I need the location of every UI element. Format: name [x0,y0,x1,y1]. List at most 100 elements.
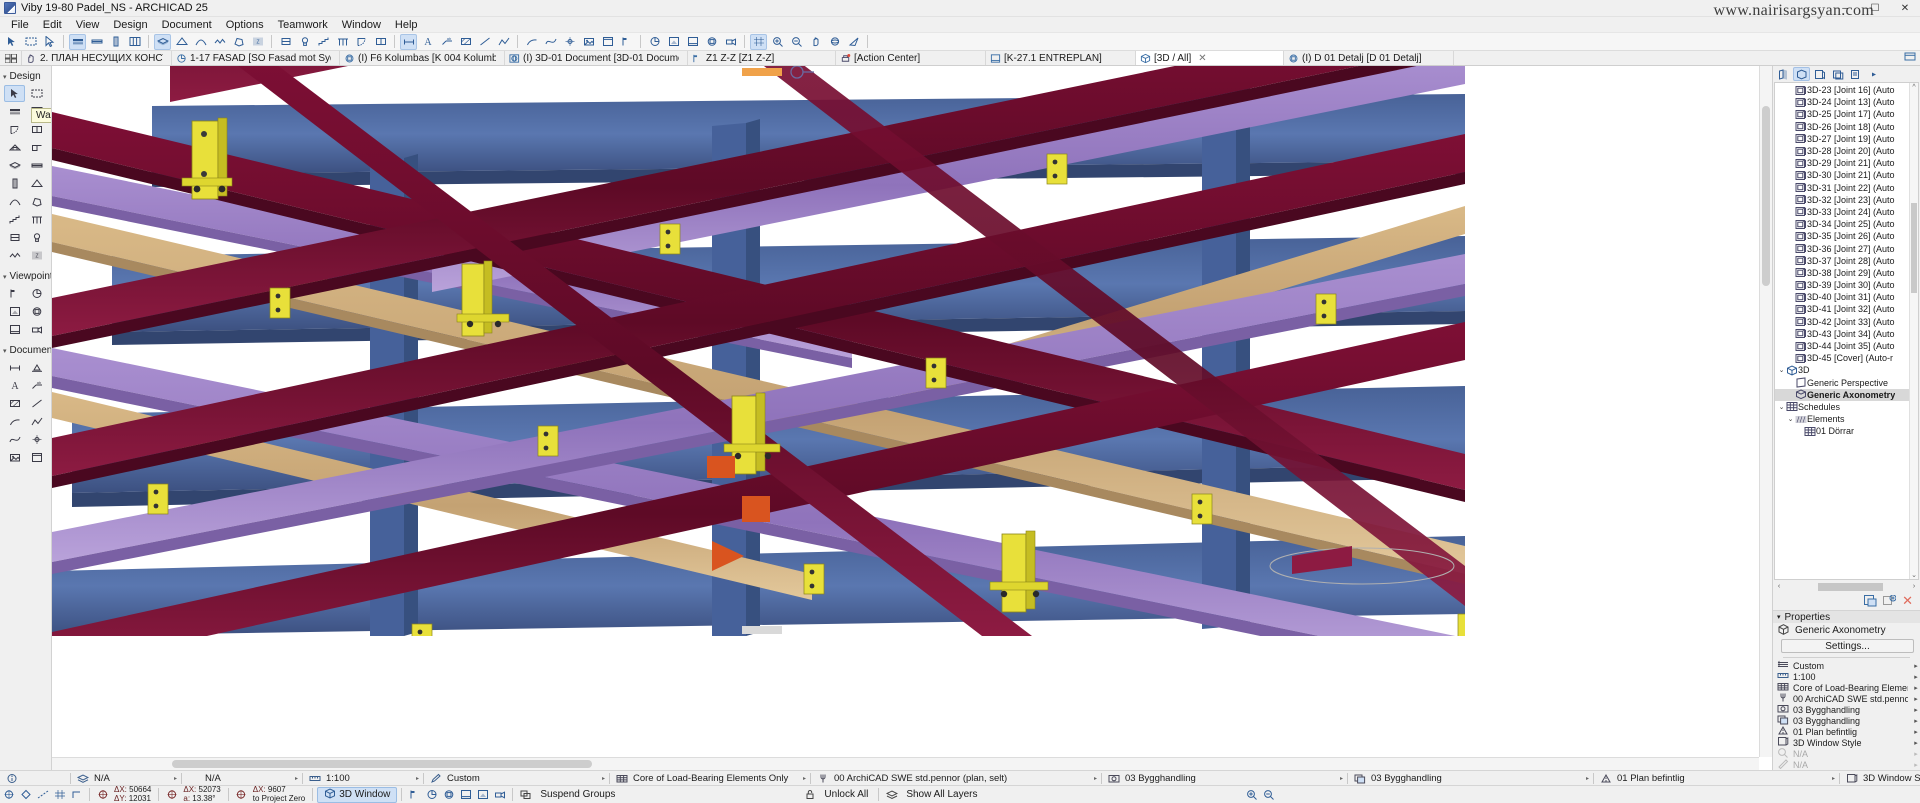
navigator-horizontal-scrollbar[interactable]: ‹ › [1774,581,1919,592]
settings-button[interactable]: Settings... [1781,639,1914,653]
navigator-item-15[interactable]: 3D-38 [Joint 29] (Auto [1775,267,1918,279]
navigator-item-25[interactable]: Generic Axonometry [1775,388,1918,401]
collapse-arrow-icon[interactable]: ▾ [3,73,7,81]
property-row-5[interactable]: 03 Bygghandling ▸ [1773,715,1920,726]
dimension-icon[interactable] [4,359,25,376]
fill-icon[interactable] [4,395,25,412]
property-row-caret-icon[interactable]: ▸ [1912,673,1920,681]
status-caret-icon[interactable]: ▸ [1586,775,1589,782]
interior-elev-icon[interactable] [665,34,682,50]
collapse-arrow-icon[interactable]: ▾ [3,347,7,355]
navigator-item-22[interactable]: 3D-45 [Cover] (Auto-r [1775,352,1918,364]
view-map-icon[interactable] [1793,67,1810,81]
status-caret-icon[interactable]: ▸ [295,775,298,782]
navigator-item-21[interactable]: 3D-44 [Joint 35] (Auto [1775,340,1918,352]
collapse-arrow-icon[interactable]: ▾ [3,273,7,281]
detail-icon[interactable] [440,787,457,802]
worksheet-icon[interactable] [4,321,25,338]
elevation-icon[interactable] [423,787,440,802]
tree-toggle-icon[interactable]: ⌄ [1786,415,1795,423]
mesh-icon[interactable] [211,34,228,50]
shell-icon[interactable] [192,34,209,50]
minimize-button[interactable]: – [1830,0,1860,17]
drawing-icon[interactable] [26,449,47,466]
figure-icon[interactable] [4,449,25,466]
fill-icon[interactable] [457,34,474,50]
nav-settings-icon[interactable] [1847,67,1864,81]
window-icon[interactable] [372,34,389,50]
navigator-item-14[interactable]: 3D-37 [Joint 28] (Auto [1775,255,1918,267]
detail-icon[interactable] [26,303,47,320]
zone-icon[interactable]: Z [249,34,266,50]
tab-close-icon[interactable]: ✕ [1198,53,1206,64]
beam-icon[interactable] [26,157,47,174]
document-tab-2[interactable]: (I) F6 Kolumbas [K 004 Kolumbas] [340,51,505,65]
navigator-item-13[interactable]: 3D-36 [Joint 27] (Auto [1775,242,1918,254]
tree-toggle-icon[interactable]: ⌄ [1777,403,1786,411]
arrow-select-icon[interactable] [3,34,20,50]
morph-icon[interactable] [230,34,247,50]
suspend-groups-label[interactable]: Suspend Groups [534,789,621,800]
navigator-item-26[interactable]: ⌄ Schedules [1775,401,1918,413]
property-row-4[interactable]: 03 Bygghandling ▸ [1773,704,1920,715]
window-icon[interactable] [26,121,47,138]
navigator-scroll-thumb[interactable] [1911,203,1917,293]
horizontal-scroll-thumb[interactable] [172,760,592,768]
lock-icon[interactable] [801,787,818,802]
document-tab-3[interactable]: (I) 3D-01 Document [3D-01 Document] [505,51,688,65]
menu-file[interactable]: File [4,17,36,33]
coord-group-1[interactable]: ΔX: 50664 ΔY: 12031 [111,786,154,803]
zoom-fit-icon[interactable] [1243,787,1260,802]
stair-icon[interactable] [4,211,25,228]
status-segment-8[interactable]: 03 Bygghandling ▸ [1348,771,1593,785]
door-icon[interactable] [4,121,25,138]
document-tab-7[interactable]: [3D / All] ✕ [1136,51,1284,65]
properties-collapse-arrow[interactable]: ▾ [1777,613,1781,621]
navigator-item-12[interactable]: 3D-35 [Joint 26] (Auto [1775,230,1918,242]
status-caret-icon[interactable]: ▸ [174,775,177,782]
line-icon[interactable] [26,395,47,412]
document-tab-8[interactable]: (I) D 01 Detalj [D 01 Detalj] [1284,51,1454,65]
skylight-icon[interactable] [4,139,25,156]
camera-icon[interactable] [491,787,508,802]
layout-book-icon[interactable] [1811,67,1828,81]
polyline-icon[interactable] [26,413,47,430]
property-row-caret-icon[interactable]: ▸ [1912,695,1920,703]
marquee-icon[interactable] [22,34,39,50]
object-icon[interactable] [277,34,294,50]
property-row-7[interactable]: 3D Window Style ▸ [1773,737,1920,748]
palette-section-design[interactable]: ▾ Design [0,70,51,83]
section-icon[interactable] [618,34,635,50]
navigator-item-24[interactable]: Generic Perspective [1775,377,1918,389]
roof-icon[interactable] [26,175,47,192]
navigator-item-9[interactable]: 3D-32 [Joint 23] (Auto [1775,194,1918,206]
navigator-item-23[interactable]: ⌄ 3D [1775,364,1918,376]
layers-icon[interactable] [883,787,900,802]
ortho-icon[interactable] [68,787,85,802]
zoom-prev-icon[interactable] [1260,787,1277,802]
dimension-icon[interactable] [400,33,417,50]
menu-design[interactable]: Design [106,17,154,33]
property-row-caret-icon[interactable]: ▸ [1912,728,1920,736]
property-row-2[interactable]: Core of Load-Bearing Element... ▸ [1773,682,1920,693]
menu-help[interactable]: Help [388,17,425,33]
nav-hscroll-left-arrow[interactable]: ‹ [1774,583,1784,590]
document-tab-0[interactable]: 2. ПЛАН НЕСУЩИХ КОНСТРУКЦИЙ НА ОТМ... [22,51,172,65]
status-segment-2[interactable]: N/A ▸ [182,771,302,785]
coord-group-3[interactable]: ΔX: 9607 to Project Zero [250,786,308,803]
menu-edit[interactable]: Edit [36,17,69,33]
interior-elev-icon[interactable] [4,303,25,320]
menu-document[interactable]: Document [155,17,219,33]
guide-icon[interactable] [34,787,51,802]
column-icon[interactable] [107,34,124,50]
label-icon[interactable]: ab [26,377,47,394]
wall-icon[interactable] [4,103,25,120]
property-row-caret-icon[interactable]: ▸ [1912,717,1920,725]
property-row-6[interactable]: 01 Plan befintlig ▸ [1773,725,1920,737]
navigator-item-16[interactable]: 3D-39 [Joint 30] (Auto [1775,279,1918,291]
lamp-icon[interactable] [26,229,47,246]
delete-view-icon[interactable]: ✕ [1902,593,1913,609]
3d-model-render[interactable] [52,66,1465,636]
3d-viewport[interactable] [52,66,1759,757]
grid-snap-icon[interactable] [51,787,68,802]
